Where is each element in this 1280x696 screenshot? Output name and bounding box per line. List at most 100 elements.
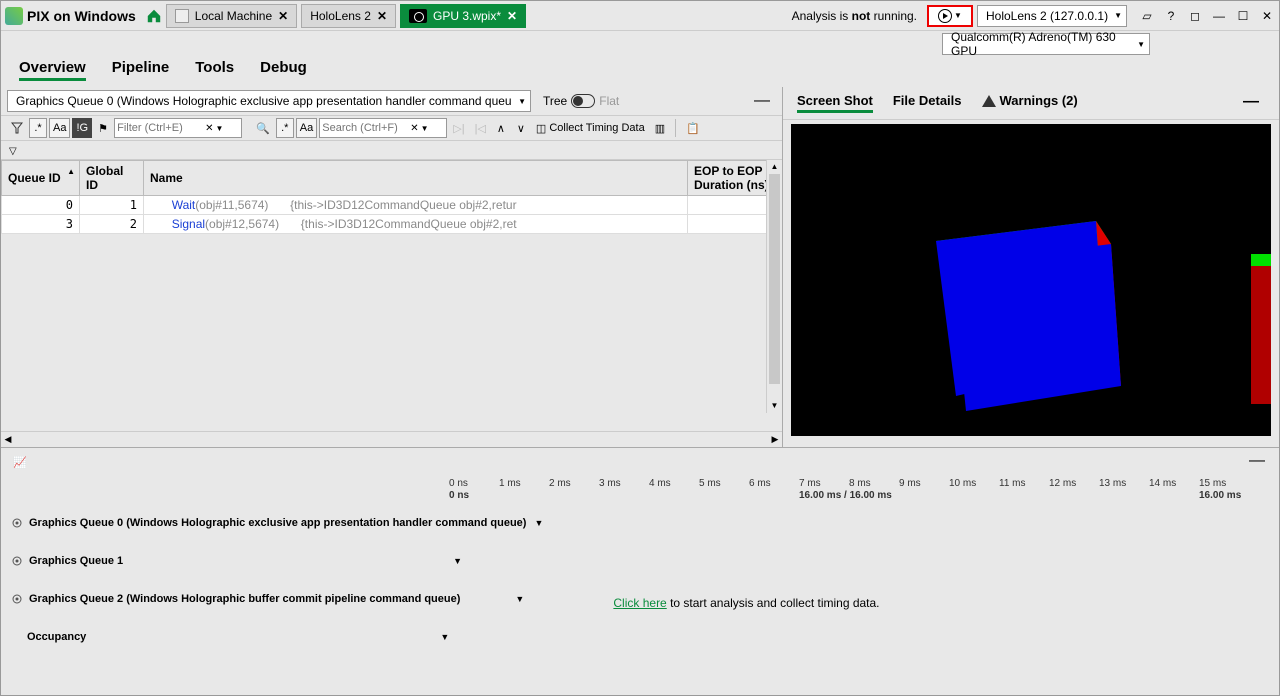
dropdown-label: HoloLens 2 (127.0.0.1) — [986, 9, 1108, 23]
col-name[interactable]: Name — [144, 161, 688, 196]
collect-timing-button[interactable]: ◫Collect Timing Data — [532, 118, 649, 138]
chevron-down-icon[interactable]: ▼ — [515, 594, 524, 604]
chevron-down-icon[interactable]: ▼ — [534, 518, 543, 528]
vertical-scrollbar[interactable]: ▲ ▼ — [766, 160, 782, 413]
screenshot-viewport — [791, 124, 1271, 436]
filter-input[interactable]: ✕ ▼ — [114, 118, 242, 138]
home-icon[interactable] — [146, 8, 162, 24]
tab-gpu3[interactable]: GPU 3.wpix* ✕ — [400, 4, 526, 28]
global-toggle[interactable]: !G — [72, 118, 92, 138]
dropdown-label: Graphics Queue 0 (Windows Holographic ex… — [16, 94, 512, 108]
cube-render-2 — [1221, 254, 1271, 414]
gear-icon — [11, 593, 23, 605]
case-toggle[interactable]: Aa — [296, 118, 317, 138]
tab-tools[interactable]: Tools — [195, 59, 234, 81]
up-icon[interactable]: ∧ — [492, 118, 510, 138]
collapse-pane-button[interactable]: — — [1243, 452, 1271, 472]
table-row[interactable]: 0 1 Wait(obj#11,5674) {this->ID3D12Comma… — [2, 196, 782, 215]
regex-toggle[interactable]: .* — [276, 118, 294, 138]
chevron-down-icon: ▼ — [1114, 11, 1122, 20]
chat-icon[interactable]: ◻ — [1187, 8, 1203, 24]
tab-screenshot[interactable]: Screen Shot — [797, 93, 873, 113]
cell-global-id: 1 — [80, 196, 144, 215]
chevron-down-icon[interactable]: ▼ — [440, 632, 449, 642]
step-start-icon[interactable]: |◁ — [471, 118, 490, 138]
cell-queue-id: 3 — [2, 215, 80, 234]
tab-warnings[interactable]: Warnings (2) — [982, 93, 1078, 113]
step-back-icon[interactable]: ▷| — [449, 118, 468, 138]
cell-global-id: 2 — [80, 215, 144, 234]
filter-icon[interactable] — [7, 118, 27, 138]
search-icon[interactable]: 🔍 — [252, 118, 274, 138]
collapse-pane-button[interactable]: — — [1237, 93, 1265, 113]
case-toggle[interactable]: Aa — [49, 118, 70, 138]
chevron-down-icon[interactable]: ▼ — [453, 556, 462, 566]
collapse-pane-button[interactable]: — — [748, 92, 776, 110]
lane-label: Occupancy — [27, 631, 86, 643]
titlebar: PIX on Windows Local Machine ✕ HoloLens … — [1, 1, 1279, 31]
cell-queue-id: 0 — [2, 196, 80, 215]
lane-label: Graphics Queue 2 (Windows Holographic bu… — [29, 593, 460, 605]
tab-label: GPU 3.wpix* — [433, 9, 501, 23]
timeline-lane[interactable]: Graphics Queue 1 ▼ — [1, 542, 1279, 580]
horizontal-scrollbar[interactable]: ◀ ▶ — [1, 431, 782, 447]
clipboard-icon[interactable]: 📋 — [682, 118, 704, 138]
tree-label: Tree — [543, 94, 567, 108]
tab-local-machine[interactable]: Local Machine ✕ — [166, 4, 297, 28]
cube-render — [911, 186, 1141, 416]
maximize-button[interactable]: ☐ — [1235, 8, 1251, 24]
help-icon[interactable]: ? — [1163, 8, 1179, 24]
start-analysis-link[interactable]: Click here — [613, 596, 666, 610]
flag-icon[interactable]: ⚑ — [94, 118, 112, 138]
tree-flat-toggle[interactable]: Tree Flat — [543, 94, 619, 108]
gpu-dropdown[interactable]: Qualcomm(R) Adreno(TM) 630 GPU ▼ — [942, 33, 1150, 55]
timeline-lane[interactable]: Graphics Queue 0 (Windows Holographic ex… — [1, 504, 1279, 542]
timeline-pane: 📈 — 0 ns 1 ms 2 ms 3 ms 4 ms 5 ms 6 ms 7… — [1, 447, 1279, 691]
col-queue-id[interactable]: Queue ID▲ — [2, 161, 80, 196]
events-table: Queue ID▲ Global ID Name EOP to EOP Dura… — [1, 160, 782, 234]
clear-icon[interactable]: ✕ — [205, 123, 213, 134]
search-field[interactable] — [322, 122, 410, 134]
tab-pipeline[interactable]: Pipeline — [112, 59, 170, 81]
tab-overview[interactable]: Overview — [19, 59, 86, 81]
filter-field[interactable] — [117, 122, 205, 134]
analysis-hint: Click here to start analysis and collect… — [613, 596, 879, 610]
lane-label: Graphics Queue 0 (Windows Holographic ex… — [29, 517, 526, 529]
play-icon — [938, 9, 952, 23]
close-button[interactable]: ✕ — [1259, 8, 1275, 24]
close-icon[interactable]: ✕ — [377, 9, 387, 23]
gear-icon — [11, 517, 23, 529]
warning-icon — [982, 95, 996, 107]
close-icon[interactable]: ✕ — [507, 9, 517, 23]
marker-icon[interactable]: ▽ — [9, 146, 17, 157]
chevron-down-icon[interactable]: ▼ — [421, 124, 429, 133]
tab-debug[interactable]: Debug — [260, 59, 307, 81]
regex-toggle[interactable]: .* — [29, 118, 47, 138]
tab-label: Local Machine — [195, 9, 272, 23]
table-row[interactable]: 3 2 Signal(obj#12,5674) {this->ID3D12Com… — [2, 215, 782, 234]
search-input[interactable]: ✕ ▼ — [319, 118, 447, 138]
chart-icon[interactable]: ▥ — [651, 118, 669, 138]
gear-icon — [11, 555, 23, 567]
feedback-icon[interactable]: ▱ — [1139, 8, 1155, 24]
device-dropdown[interactable]: HoloLens 2 (127.0.0.1) ▼ — [977, 5, 1127, 27]
col-global-id[interactable]: Global ID — [80, 161, 144, 196]
app-title: PIX on Windows — [27, 8, 136, 24]
chart-mode-icon[interactable]: 📈 — [9, 452, 31, 472]
minimize-button[interactable]: — — [1211, 8, 1227, 24]
start-analysis-button[interactable]: ▼ — [927, 5, 973, 27]
tab-hololens2[interactable]: HoloLens 2 ✕ — [301, 4, 396, 28]
cell-name: Wait(obj#11,5674) {this->ID3D12CommandQu… — [144, 196, 688, 215]
tab-label: HoloLens 2 — [310, 9, 371, 23]
tab-file-details[interactable]: File Details — [893, 93, 962, 113]
machine-icon — [175, 9, 189, 23]
chevron-down-icon: ▼ — [518, 97, 526, 106]
clear-icon[interactable]: ✕ — [410, 123, 418, 134]
queue-dropdown[interactable]: Graphics Queue 0 (Windows Holographic ex… — [7, 90, 531, 112]
events-pane: Graphics Queue 0 (Windows Holographic ex… — [1, 87, 783, 447]
timeline-lane[interactable]: Occupancy ▼ — [1, 618, 1279, 656]
chevron-down-icon[interactable]: ▼ — [215, 124, 223, 133]
preview-pane: Screen Shot File Details Warnings (2) — — [783, 87, 1279, 447]
close-icon[interactable]: ✕ — [278, 9, 288, 23]
down-icon[interactable]: ∨ — [512, 118, 530, 138]
